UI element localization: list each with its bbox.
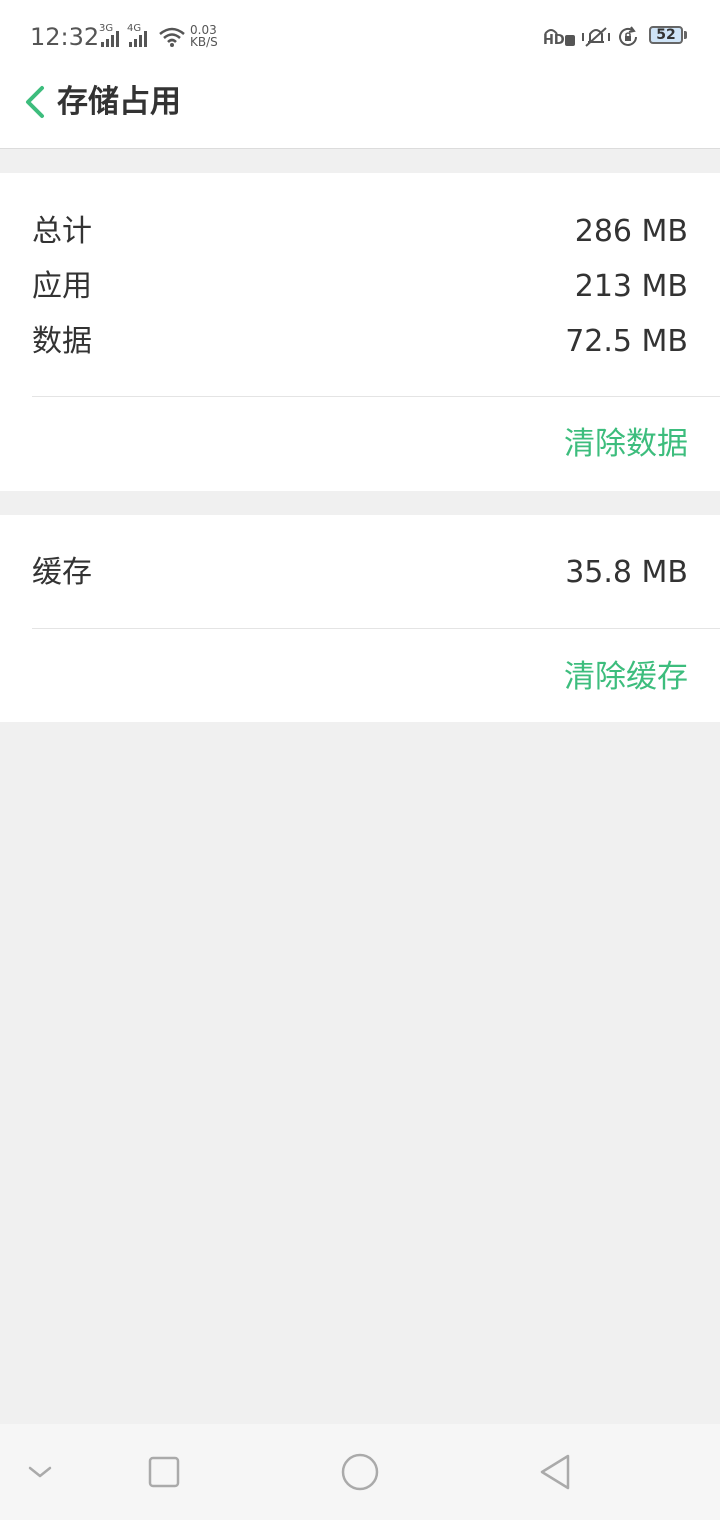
divider <box>32 628 720 629</box>
clear-data-button[interactable]: 清除数据 <box>564 424 688 464</box>
vibrate-icon <box>582 27 610 47</box>
cache-card: 缓存 35.8 MB 清除缓存 <box>0 515 720 722</box>
network-speed-unit: KB/S <box>190 35 218 49</box>
page-title: 存储占用 <box>57 84 181 120</box>
storage-row-app: 应用 213 MB <box>32 267 688 307</box>
network-speed: 0.03 KB/S <box>190 24 218 48</box>
row-value: 35.8 MB <box>565 555 688 590</box>
home-circle-icon[interactable] <box>336 1448 384 1496</box>
storage-row-data: 数据 72.5 MB <box>32 322 688 362</box>
row-label: 缓存 <box>32 555 92 590</box>
clear-cache-button[interactable]: 清除缓存 <box>564 657 688 697</box>
recents-square-icon[interactable] <box>140 1448 188 1496</box>
row-value: 213 MB <box>574 269 688 304</box>
wifi-icon <box>159 27 185 47</box>
app-header: 存储占用 <box>0 72 720 149</box>
chevron-left-icon[interactable] <box>18 78 54 126</box>
status-time: 12:32 <box>30 23 100 51</box>
row-value: 72.5 MB <box>565 324 688 359</box>
row-label: 总计 <box>32 214 92 249</box>
battery-icon: 52 <box>649 26 683 44</box>
storage-row-total: 总计 286 MB <box>32 212 688 252</box>
divider <box>32 396 720 397</box>
battery-tip <box>684 31 687 39</box>
status-bar: 12:32 3G 4G 0.03 KB/S HD 52 <box>0 0 720 72</box>
chevron-down-icon[interactable] <box>16 1448 64 1496</box>
row-label: 数据 <box>32 324 92 359</box>
rotation-lock-icon <box>619 26 637 46</box>
navigation-bar <box>0 1424 720 1520</box>
row-label: 应用 <box>32 269 92 304</box>
hd-voice-icon: HD <box>542 26 576 48</box>
cache-row: 缓存 35.8 MB <box>32 553 688 593</box>
hd-label: HD <box>543 33 565 48</box>
row-value: 286 MB <box>574 214 688 249</box>
back-triangle-icon[interactable] <box>532 1448 580 1496</box>
storage-card: 总计 286 MB 应用 213 MB 数据 72.5 MB 清除数据 <box>0 173 720 491</box>
